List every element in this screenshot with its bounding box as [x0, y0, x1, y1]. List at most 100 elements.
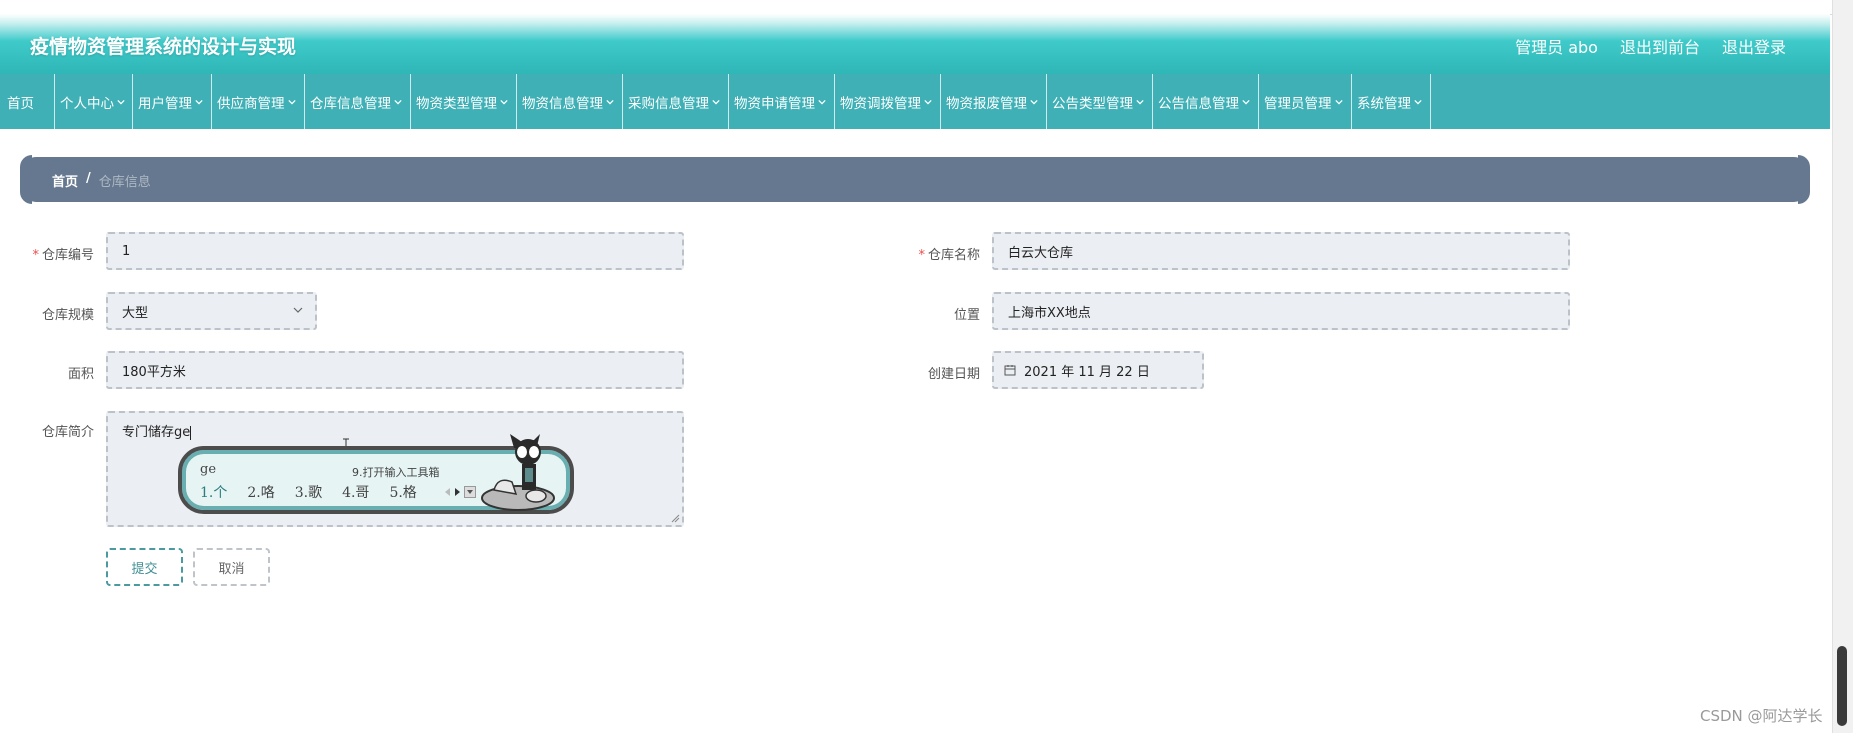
chevron-down-icon [1136, 99, 1144, 104]
window-top-strip [0, 0, 1853, 15]
arrow-right-icon[interactable] [454, 487, 461, 497]
ime-candidate[interactable]: 5.格 [389, 482, 416, 502]
chevron-down-icon [606, 99, 614, 104]
nav-item-personal-center[interactable]: 个人中心 [55, 74, 133, 129]
dropdown-icon[interactable] [464, 486, 476, 498]
go-frontend-link[interactable]: 退出到前台 [1620, 34, 1700, 58]
nav-item-label: 物资调拨管理 [840, 95, 921, 112]
breadcrumb-right-bracket [1798, 155, 1810, 204]
nav-item-supplier-management[interactable]: 供应商管理 [212, 74, 305, 129]
intro-value: 专门储存ge [122, 425, 191, 440]
submit-button[interactable]: 提交 [106, 548, 183, 586]
ime-candidate[interactable]: 3.歌 [295, 482, 322, 502]
required-mark: * [32, 248, 39, 263]
ime-candidates: 1.个 2.咯 3.歌 4.哥 5.格 [200, 482, 417, 502]
nav-item-notice-type-management[interactable]: 公告类型管理 [1047, 74, 1153, 129]
text-caret [190, 425, 192, 440]
nav-item-material-request-management[interactable]: 物资申请管理 [729, 74, 835, 129]
breadcrumb-current: 仓库信息 [98, 175, 151, 190]
chevron-down-icon [117, 99, 125, 104]
location-label: 位置 [953, 308, 980, 323]
ime-candidate[interactable]: 4.哥 [342, 482, 369, 502]
scale-value: 大型 [122, 305, 149, 321]
chevron-down-icon [1242, 99, 1250, 104]
scrollbar-thumb[interactable] [1837, 646, 1847, 726]
nav-item-notice-info-management[interactable]: 公告信息管理 [1153, 74, 1259, 129]
location-input[interactable]: 上海市XX地点 [992, 292, 1570, 330]
app-header: 疫情物资管理系统的设计与实现 管理员 abo 退出到前台 退出登录 [0, 14, 1830, 74]
scale-select[interactable]: 大型 [106, 292, 317, 330]
ime-candidate[interactable]: 1.个 [200, 482, 227, 502]
nav-item-label: 供应商管理 [217, 95, 285, 112]
nav-item-label: 首页 [7, 95, 34, 112]
breadcrumb-items: 首页 / 仓库信息 [52, 171, 151, 190]
warehouse-no-value: 1 [122, 243, 131, 259]
chevron-down-icon [924, 99, 932, 104]
main-nav: 首页 个人中心 用户管理 供应商管理 仓库信息管理 物资类型管理 物资信息管理 … [0, 74, 1830, 129]
warehouse-name-input[interactable]: 白云大仓库 [992, 232, 1570, 270]
ime-composition: ge [200, 462, 217, 477]
nav-item-admin-management[interactable]: 管理员管理 [1259, 74, 1352, 129]
location-value: 上海市XX地点 [1008, 305, 1091, 321]
nav-item-material-info-management[interactable]: 物资信息管理 [517, 74, 623, 129]
intro-text: 专门储存ge [122, 421, 192, 440]
scrollbar[interactable] [1832, 0, 1853, 733]
nav-item-label: 管理员管理 [1264, 95, 1332, 112]
warehouse-no-input[interactable]: 1 [106, 232, 684, 270]
logout-link[interactable]: 退出登录 [1722, 34, 1786, 58]
area-input[interactable]: 180平方米 [106, 351, 684, 389]
ime-toolbox-hint[interactable]: 9.打开输入工具箱 [352, 464, 440, 480]
nav-item-label: 系统管理 [1357, 95, 1411, 112]
chevron-down-icon [712, 99, 720, 104]
chevron-down-icon [1414, 99, 1422, 104]
area-label: 面积 [67, 367, 94, 382]
nav-item-label: 个人中心 [60, 95, 114, 112]
created-date-picker[interactable]: 2021 年 11 月 22 日 [992, 351, 1204, 389]
warehouse-name-value: 白云大仓库 [1008, 245, 1074, 261]
chevron-down-icon [394, 99, 402, 104]
resize-handle-icon[interactable] [670, 513, 680, 523]
nav-item-label: 公告信息管理 [1158, 95, 1239, 112]
nav-item-label: 仓库信息管理 [310, 95, 391, 112]
breadcrumb-separator: / [86, 171, 91, 186]
warehouse-no-label-text: 仓库编号 [41, 248, 94, 263]
required-mark: * [918, 248, 925, 263]
warehouse-no-label: * 仓库编号 [22, 244, 94, 263]
chevron-down-icon [195, 99, 203, 104]
nav-item-user-management[interactable]: 用户管理 [133, 74, 212, 129]
warehouse-name-label: * 仓库名称 [900, 244, 980, 263]
ime-page-controls [444, 486, 476, 498]
ime-mascot-icon [481, 434, 555, 511]
nav-item-material-scrap-management[interactable]: 物资报废管理 [941, 74, 1047, 129]
nav-item-warehouse-management[interactable]: 仓库信息管理 [305, 74, 411, 129]
watermark: CSDN @阿达学长 [1700, 707, 1823, 725]
nav-item-material-transfer-management[interactable]: 物资调拨管理 [835, 74, 941, 129]
nav-item-purchase-management[interactable]: 采购信息管理 [623, 74, 729, 129]
breadcrumb-home-link[interactable]: 首页 [52, 171, 78, 190]
nav-item-label: 公告类型管理 [1052, 95, 1133, 112]
nav-item-label: 物资信息管理 [522, 95, 603, 112]
nav-item-label: 物资类型管理 [416, 95, 497, 112]
nav-item-label: 物资申请管理 [734, 95, 815, 112]
intro-label: 仓库简介 [41, 425, 94, 440]
nav-item-label: 用户管理 [138, 95, 192, 112]
chevron-down-icon [293, 307, 303, 313]
chevron-down-icon [287, 99, 296, 104]
nav-item-label: 物资报废管理 [946, 95, 1027, 112]
nav-item-material-type-management[interactable]: 物资类型管理 [411, 74, 517, 129]
nav-item-home[interactable]: 首页 [0, 74, 55, 129]
chevron-down-icon [818, 99, 826, 104]
user-links: 管理员 abo 退出到前台 退出登录 [1515, 34, 1786, 58]
current-user-label: 管理员 abo [1515, 38, 1598, 57]
nav-item-system-management[interactable]: 系统管理 [1352, 74, 1431, 129]
created-date-value: 2021 年 11 月 22 日 [1024, 364, 1150, 380]
chevron-down-icon [1030, 99, 1038, 104]
created-date-label: 创建日期 [927, 367, 980, 382]
scale-label: 仓库规模 [41, 308, 94, 323]
ime-candidate[interactable]: 2.咯 [247, 482, 274, 502]
arrow-left-icon[interactable] [444, 487, 451, 497]
breadcrumb: 首页 / 仓库信息 [22, 157, 1808, 202]
app-title: 疫情物资管理系统的设计与实现 [30, 36, 297, 58]
chevron-down-icon [1334, 99, 1343, 104]
cancel-button[interactable]: 取消 [193, 548, 270, 586]
